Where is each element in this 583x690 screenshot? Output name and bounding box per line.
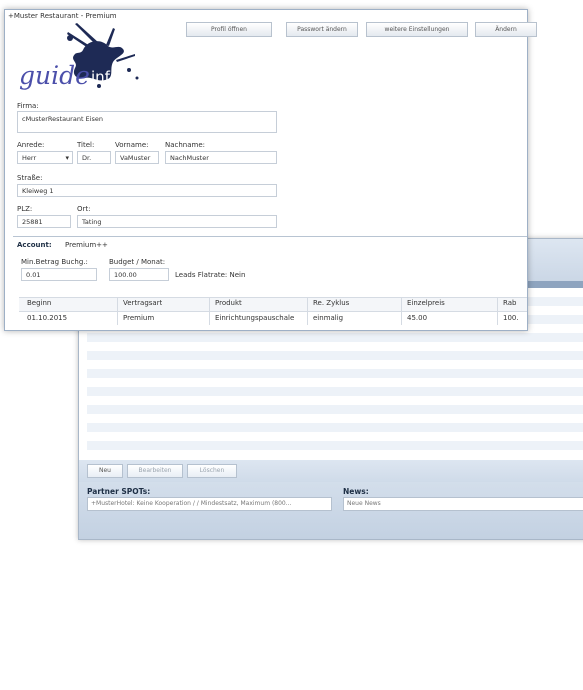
strasse-input[interactable]: Kleiweg 1 xyxy=(17,184,277,197)
col-vertragsart[interactable]: Vertragsart xyxy=(123,297,162,310)
col-produkt[interactable]: Produkt xyxy=(215,297,242,310)
cell-rabatt: 100. xyxy=(503,314,519,322)
cell-re-zyklus: einmalig xyxy=(313,314,344,322)
cell-vertragsart: Premium xyxy=(123,314,155,322)
anrede-label: Anrede: xyxy=(17,141,45,149)
ink-splash-icon: guide info xyxy=(19,23,139,90)
cell-produkt: Einrichtungspauschale xyxy=(215,314,295,322)
account-label: Account: xyxy=(17,241,52,249)
titel-input[interactable]: Dr. xyxy=(77,151,111,164)
new-button[interactable]: Neu xyxy=(87,464,123,478)
grid-stripe xyxy=(87,387,583,396)
firma-input[interactable]: cMusterRestaurant Eisen xyxy=(17,111,277,133)
anrede-select[interactable]: Herr xyxy=(17,151,73,164)
grid-stripe xyxy=(87,360,583,369)
leads-flatrate-text: Leads Flatrate: Nein xyxy=(175,271,246,279)
plz-label: PLZ: xyxy=(17,205,33,213)
guide-info-logo: guide info xyxy=(9,20,159,100)
edit-button[interactable]: Bearbeiten xyxy=(127,464,183,478)
news-title: News: xyxy=(343,487,369,496)
vorname-input[interactable]: VaMuster xyxy=(115,151,159,164)
nachname-input[interactable]: NachMuster xyxy=(165,151,277,164)
back-button-bar: Neu Bearbeiten Löschen xyxy=(79,460,583,482)
ort-label: Ort: xyxy=(77,205,91,213)
grid-stripe xyxy=(87,396,583,405)
front-window: +Muster Restaurant - Premium Profil öffn… xyxy=(4,9,537,331)
logo-text: guide xyxy=(19,61,90,90)
section-divider xyxy=(13,236,527,237)
budget-input[interactable]: 100.00 xyxy=(109,268,169,281)
grid-stripe xyxy=(87,378,583,387)
col-einzelpreis[interactable]: Einzelpreis xyxy=(407,297,445,310)
col-beginn[interactable]: Beginn xyxy=(27,297,51,310)
grid-stripe xyxy=(87,351,583,360)
cell-einzelpreis: 45.00 xyxy=(407,314,428,322)
table-row[interactable]: 01.10.2015 Premium Einrichtungspauschale… xyxy=(19,312,527,325)
vorname-label: Vorname: xyxy=(115,141,149,149)
min-betrag-label: Min.Betrag Buchg.: xyxy=(21,258,88,266)
window-title: +Muster Restaurant - Premium xyxy=(8,12,117,20)
grid-stripe xyxy=(87,369,583,378)
col-rabatt[interactable]: Rab xyxy=(503,297,527,310)
change-button[interactable]: Ändern xyxy=(475,22,537,37)
grid-stripe xyxy=(87,441,583,450)
firma-label: Firma: xyxy=(17,102,39,110)
ort-input[interactable]: Tating xyxy=(77,215,277,228)
plz-input[interactable]: 25881 xyxy=(17,215,71,228)
more-settings-button[interactable]: weitere Einstellungen xyxy=(366,22,468,37)
grid-stripe xyxy=(87,333,583,342)
contract-grid-header xyxy=(19,297,527,312)
cell-beginn: 01.10.2015 xyxy=(27,314,68,322)
partner-spots-item[interactable]: +MusterHotel: Keine Kooperation / / Mind… xyxy=(87,497,332,511)
delete-button[interactable]: Löschen xyxy=(187,464,237,478)
grid-stripe xyxy=(87,414,583,423)
back-lower-panel: Partner SPOTs: +MusterHotel: Keine Koope… xyxy=(79,482,583,539)
grid-stripe xyxy=(87,423,583,432)
col-re-zyklus[interactable]: Re. Zyklus xyxy=(313,297,349,310)
open-profile-button[interactable]: Profil öffnen xyxy=(186,22,272,37)
logo-suffix-text: info xyxy=(91,68,119,86)
grid-stripe xyxy=(87,342,583,351)
grid-stripe xyxy=(87,432,583,441)
titel-label: Titel: xyxy=(77,141,95,149)
nachname-label: Nachname: xyxy=(165,141,206,149)
strasse-label: Straße: xyxy=(17,174,43,182)
anrede-value: Herr xyxy=(22,154,37,162)
min-betrag-input[interactable]: 0.01 xyxy=(21,268,97,281)
news-item[interactable]: Neue News xyxy=(343,497,583,511)
account-value: Premium++ xyxy=(65,241,108,249)
budget-label: Budget / Monat: xyxy=(109,258,166,266)
grid-stripe xyxy=(87,405,583,414)
partner-spots-title: Partner SPOTs: xyxy=(87,487,151,496)
grid-stripe xyxy=(87,450,583,459)
change-password-button[interactable]: Passwort ändern xyxy=(286,22,358,37)
